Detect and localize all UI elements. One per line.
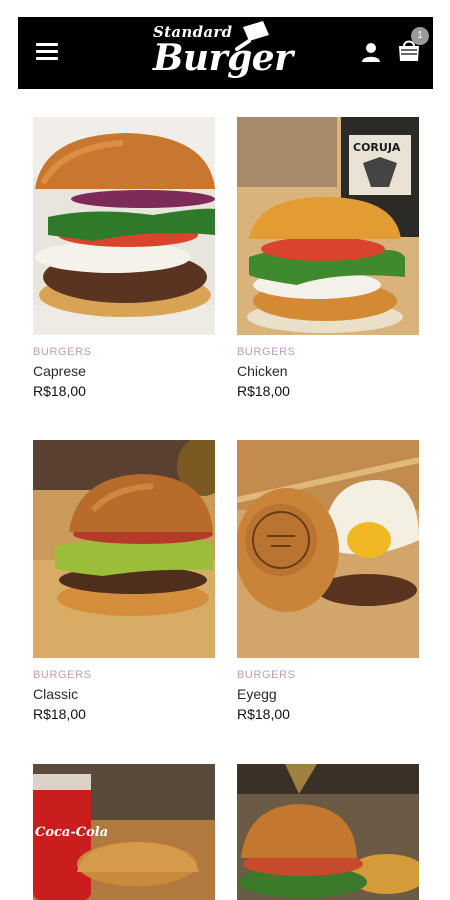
product-image[interactable]	[237, 440, 419, 658]
product-name[interactable]: Eyegg	[237, 686, 277, 702]
product-price: R$18,00	[33, 383, 86, 399]
product-image[interactable]	[33, 440, 215, 658]
beer-label-text: CORUJA	[353, 141, 401, 154]
product-category: BURGERS	[33, 669, 92, 681]
product-category: BURGERS	[33, 346, 92, 358]
product-image[interactable]: CORUJA	[237, 117, 419, 335]
product-category: BURGERS	[237, 346, 296, 358]
cleaver-icon	[235, 21, 269, 51]
product-image[interactable]: Coca-Cola	[33, 764, 215, 900]
top-header: Standard Burger 1	[18, 17, 433, 89]
product-category: BURGERS	[237, 669, 296, 681]
brand-logo[interactable]: Standard Burger	[151, 21, 293, 85]
product-name[interactable]: Caprese	[33, 363, 86, 379]
product-image[interactable]	[33, 117, 215, 335]
user-icon[interactable]	[360, 41, 382, 63]
cart-count-badge: 1	[411, 27, 429, 45]
product-image[interactable]	[237, 764, 419, 900]
menu-icon[interactable]	[36, 43, 58, 61]
product-name[interactable]: Classic	[33, 686, 78, 702]
product-price: R$18,00	[237, 383, 290, 399]
product-price: R$18,00	[33, 706, 86, 722]
can-label-text: Coca-Cola	[35, 825, 108, 840]
product-price: R$18,00	[237, 706, 290, 722]
product-name[interactable]: Chicken	[237, 363, 288, 379]
